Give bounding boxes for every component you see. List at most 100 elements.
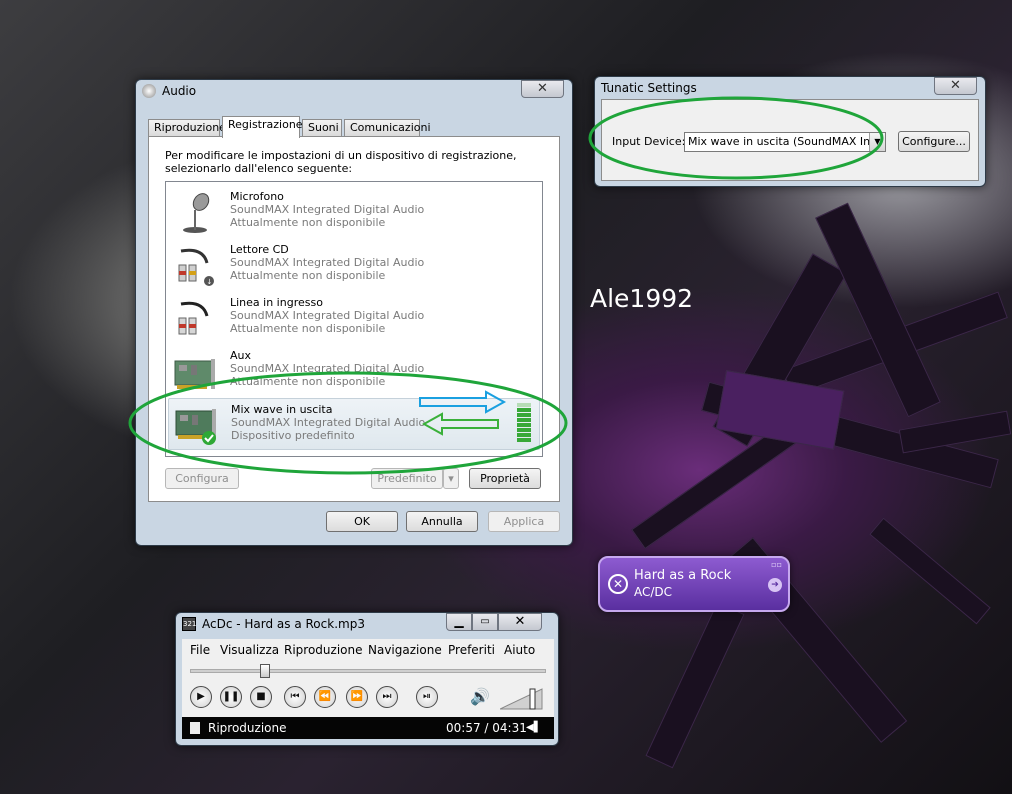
previous-icon: ⏮ [290, 691, 300, 702]
applica-button[interactable]: Applica [488, 511, 560, 532]
previous-button[interactable]: ⏮ [284, 686, 306, 708]
pause-button[interactable]: ❚❚ [220, 686, 242, 708]
list-item[interactable]: ↓ Lettore CD SoundMAX Integrated Digital… [168, 239, 540, 291]
device-driver: SoundMAX Integrated Digital Audio [230, 203, 425, 216]
annulla-button[interactable]: Annulla [406, 511, 478, 532]
player-titlebar[interactable]: 321 AcDc - Hard as a Rock.mp3 ▁ ▭ ✕ [176, 613, 558, 635]
proprieta-button[interactable]: Proprietà [469, 468, 541, 489]
sound-card-default-icon [175, 409, 216, 445]
device-name: Linea in ingresso [230, 296, 323, 309]
audio-window-title: Audio [162, 84, 197, 98]
device-status: Attualmente non disponibile [230, 375, 386, 388]
volume-slider[interactable] [500, 687, 544, 711]
device-list[interactable]: Microfono SoundMAX Integrated Digital Au… [165, 181, 543, 457]
play-icon: ▶ [197, 691, 205, 702]
close-button[interactable]: ✕ [498, 613, 542, 631]
predefinito-dropdown[interactable]: ▾ [443, 468, 459, 489]
close-icon: ✕ [537, 81, 548, 96]
device-name: Lettore CD [230, 243, 289, 256]
recording-panel: Per modificare le impostazioni di un dis… [148, 136, 560, 502]
input-device-select[interactable]: Mix wave in uscita (SoundMAX Integr ▼ [684, 132, 886, 152]
window-controls: ▁ ▭ ✕ [446, 613, 550, 631]
stop-icon: ■ [256, 691, 266, 702]
predefinito-button[interactable]: Predefinito [371, 468, 443, 489]
tab-suoni[interactable]: Suoni [302, 119, 342, 137]
instructions-line-1: Per modificare le impostazioni di un dis… [165, 149, 517, 162]
device-driver: SoundMAX Integrated Digital Audio [230, 256, 425, 269]
list-item[interactable]: Linea in ingresso SoundMAX Integrated Di… [168, 292, 540, 344]
tunatic-titlebar[interactable]: Tunatic Settings ✕ [595, 77, 985, 99]
audio-titlebar[interactable]: Audio ✕ [136, 80, 572, 102]
audio-window: Audio ✕ Riproduzione Registrazione Suoni… [135, 79, 573, 546]
configura-button[interactable]: Configura [165, 468, 239, 489]
close-icon: ✕ [950, 78, 961, 93]
tunatic-panel: Input Device: Mix wave in uscita (SoundM… [601, 99, 979, 181]
next-icon: ⏭ [382, 691, 392, 702]
settings-icons[interactable]: ▫▫ [771, 560, 782, 569]
track-title: Hard as a Rock [634, 568, 732, 583]
close-button[interactable]: ✕ [521, 80, 564, 98]
menu-preferiti[interactable]: Preferiti [448, 643, 495, 657]
menu-bar: File Visualizza Riproduzione Navigazione… [182, 639, 554, 661]
configure-button[interactable]: Configure... [898, 131, 970, 152]
chevron-down-icon[interactable]: ▼ [869, 133, 885, 151]
device-name: Microfono [230, 190, 284, 203]
maximize-button[interactable]: ▭ [472, 613, 498, 631]
device-status: Attualmente non disponibile [230, 269, 386, 282]
player-controls: ▶ ❚❚ ■ ⏮ ⏪ ⏩ ⏭ ⏯ 🔊 [182, 661, 554, 717]
seek-bar[interactable] [190, 669, 546, 673]
instructions: Per modificare le impostazioni di un dis… [165, 149, 517, 175]
device-name: Aux [230, 349, 252, 362]
time-display: 00:57 / 04:31 [446, 721, 527, 735]
arrow-right-icon[interactable]: ➔ [768, 578, 782, 592]
device-name: Mix wave in uscita [231, 403, 333, 416]
rewind-button[interactable]: ⏪ [314, 686, 336, 708]
rewind-icon: ⏪ [318, 691, 332, 702]
close-button[interactable]: ✕ [934, 77, 977, 95]
chevron-down-icon: ▾ [448, 472, 454, 485]
media-player-window: 321 AcDc - Hard as a Rock.mp3 ▁ ▭ ✕ File… [175, 612, 559, 746]
stop-button[interactable]: ■ [250, 686, 272, 708]
ok-button[interactable]: OK [326, 511, 398, 532]
menu-riproduzione[interactable]: Riproduzione [284, 643, 363, 657]
instructions-line-2: selezionarlo dall'elenco seguente: [165, 162, 353, 175]
input-device-value: Mix wave in uscita (SoundMAX Integr [688, 135, 886, 148]
cd-cable-icon: ↓ [178, 248, 214, 286]
tunatic-settings-window: Tunatic Settings ✕ Input Device: Mix wav… [594, 76, 986, 187]
play-button[interactable]: ▶ [190, 686, 212, 708]
player-app-icon: 321 [182, 617, 196, 631]
device-status: Dispositivo predefinito [231, 429, 355, 442]
list-item-selected[interactable]: Mix wave in uscita SoundMAX Integrated D… [168, 398, 540, 450]
player-window-title: AcDc - Hard as a Rock.mp3 [202, 617, 365, 631]
next-button[interactable]: ⏭ [376, 686, 398, 708]
frame-step-icon: ⏯ [423, 691, 431, 702]
close-icon[interactable]: ✕ [608, 574, 628, 594]
device-status: Attualmente non disponibile [230, 322, 386, 335]
list-item[interactable]: Microfono SoundMAX Integrated Digital Au… [168, 186, 540, 238]
now-playing-notification[interactable]: ✕ Hard as a Rock AC/DC ➔ ▫▫ [598, 556, 790, 612]
line-in-cable-icon [178, 301, 209, 335]
menu-visualizza[interactable]: Visualizza [220, 643, 279, 657]
minimize-button[interactable]: ▁ [446, 613, 472, 631]
volume-icon[interactable]: 🔊 [470, 687, 490, 706]
sound-card-icon [174, 359, 215, 389]
menu-file[interactable]: File [190, 643, 210, 657]
device-driver: SoundMAX Integrated Digital Audio [230, 309, 425, 322]
audio-format-icon: ◀▌ [526, 722, 542, 733]
seek-thumb[interactable] [259, 664, 270, 678]
track-artist: AC/DC [634, 585, 673, 599]
level-meter [517, 403, 531, 445]
pause-icon: ❚❚ [222, 691, 240, 702]
tab-comunicazioni[interactable]: Comunicazioni [344, 119, 431, 137]
watermark-text: Ale1992 [590, 284, 694, 313]
tab-registrazione[interactable]: Registrazione [222, 116, 303, 138]
svg-text:↓: ↓ [207, 278, 213, 286]
list-item[interactable]: Aux SoundMAX Integrated Digital Audio At… [168, 345, 540, 397]
device-driver: SoundMAX Integrated Digital Audio [231, 416, 426, 429]
menu-aiuto[interactable]: Aiuto [504, 643, 535, 657]
fast-forward-button[interactable]: ⏩ [346, 686, 368, 708]
device-driver: SoundMAX Integrated Digital Audio [230, 362, 425, 375]
tab-riproduzione[interactable]: Riproduzione [148, 119, 226, 137]
frame-step-button[interactable]: ⏯ [416, 686, 438, 708]
menu-navigazione[interactable]: Navigazione [368, 643, 442, 657]
